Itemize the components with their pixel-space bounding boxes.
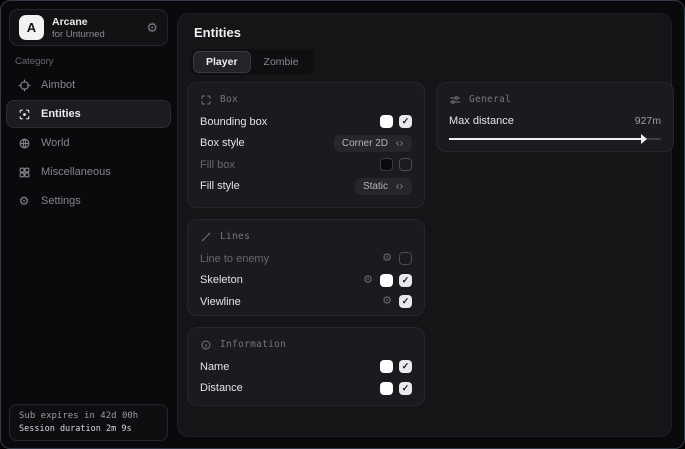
- distance-row: Distance ✓: [200, 378, 412, 400]
- max-distance-label: Max distance: [449, 115, 635, 127]
- sidebar-item-aimbot[interactable]: Aimbot: [6, 71, 171, 99]
- box-style-label: Box style: [200, 137, 334, 149]
- gear-icon: ⚙: [17, 194, 31, 208]
- distance-label: Distance: [200, 382, 380, 394]
- bounding-box-label: Bounding box: [200, 116, 380, 128]
- app-title: Arcane: [52, 16, 146, 28]
- main-panel: Entities Player Zombie Box Bounding box …: [177, 13, 672, 437]
- skeleton-settings-icon[interactable]: ⚙: [363, 275, 373, 286]
- sidebar-nav: Aimbot Entities World Miscellaneous: [6, 71, 171, 216]
- fill-style-dropdown[interactable]: Static: [355, 178, 412, 195]
- sidebar-item-miscellaneous[interactable]: Miscellaneous: [6, 158, 171, 186]
- viewline-settings-icon[interactable]: ⚙: [382, 296, 392, 307]
- slider-fill: [449, 138, 642, 140]
- sidebar-item-label: Settings: [41, 195, 81, 207]
- bounding-box-checkbox[interactable]: ✓: [399, 115, 412, 128]
- sidebar-item-label: Entities: [41, 108, 81, 120]
- viewline-row: Viewline ⚙ ✓: [200, 291, 412, 313]
- sidebar: A Arcane for Unturned ⚙ Category Aimbot …: [1, 1, 177, 448]
- brand-card: A Arcane for Unturned ⚙: [9, 9, 168, 46]
- check-icon: ✓: [402, 117, 410, 126]
- distance-color-swatch[interactable]: [380, 382, 393, 395]
- lines-section-card: Lines Line to enemy ⚙ Skeleton ⚙ ✓ Viewl…: [187, 219, 425, 316]
- sidebar-item-label: Aimbot: [41, 79, 75, 91]
- sidebar-item-world[interactable]: World: [6, 129, 171, 157]
- sidebar-item-label: World: [41, 137, 70, 149]
- crosshair-icon: [17, 78, 31, 92]
- viewline-checkbox[interactable]: ✓: [399, 295, 412, 308]
- viewline-label: Viewline: [200, 296, 382, 308]
- bounding-box-color-swatch[interactable]: [380, 115, 393, 128]
- app-window: A Arcane for Unturned ⚙ Category Aimbot …: [0, 0, 685, 449]
- general-section-title: General: [469, 94, 511, 105]
- grid-icon: [17, 165, 31, 179]
- skeleton-row: Skeleton ⚙ ✓: [200, 270, 412, 292]
- sidebar-item-label: Miscellaneous: [41, 166, 111, 178]
- chevrons-left-right-icon: [395, 182, 404, 191]
- check-icon: ✓: [402, 276, 410, 285]
- tab-zombie[interactable]: Zombie: [251, 51, 312, 73]
- session-duration-text: Session duration 2m 9s: [19, 424, 158, 434]
- max-distance-value: 927m: [635, 115, 661, 127]
- app-subtitle: for Unturned: [52, 29, 146, 40]
- max-distance-slider[interactable]: [449, 134, 661, 144]
- fill-box-row: Fill box: [200, 154, 412, 176]
- line-to-enemy-settings-icon[interactable]: ⚙: [382, 253, 392, 264]
- sidebar-item-settings[interactable]: ⚙ Settings: [6, 187, 171, 215]
- box-style-dropdown[interactable]: Corner 2D: [334, 135, 412, 152]
- box-style-value: Corner 2D: [342, 138, 388, 149]
- information-section-header: Information: [200, 336, 412, 353]
- name-checkbox[interactable]: ✓: [399, 360, 412, 373]
- box-corners-icon: [200, 94, 212, 106]
- lines-section-title: Lines: [220, 231, 250, 242]
- name-row: Name ✓: [200, 356, 412, 378]
- tab-player[interactable]: Player: [193, 51, 251, 73]
- slider-thumb[interactable]: [641, 134, 647, 144]
- entity-tabs: Player Zombie: [191, 49, 314, 75]
- box-section-header: Box: [200, 91, 412, 108]
- skeleton-color-swatch[interactable]: [380, 274, 393, 287]
- fill-style-row: Fill style Static: [200, 176, 412, 198]
- check-icon: ✓: [402, 362, 410, 371]
- globe-icon: [17, 136, 31, 150]
- line-to-enemy-row: Line to enemy ⚙: [200, 248, 412, 270]
- box-style-row: Box style Corner 2D: [200, 133, 412, 155]
- subscription-info-box: Sub expires in 42d 00h Session duration …: [9, 404, 168, 441]
- information-section-title: Information: [220, 339, 286, 350]
- page-title: Entities: [194, 25, 241, 40]
- distance-checkbox[interactable]: ✓: [399, 382, 412, 395]
- box-section-title: Box: [220, 94, 238, 105]
- fill-box-color-swatch[interactable]: [380, 158, 393, 171]
- sliders-icon: [449, 94, 461, 106]
- info-icon: [200, 339, 212, 351]
- fill-style-value: Static: [363, 181, 388, 192]
- fill-style-label: Fill style: [200, 180, 355, 192]
- scan-entity-icon: [17, 107, 31, 121]
- name-color-swatch[interactable]: [380, 360, 393, 373]
- app-logo: A: [19, 15, 44, 40]
- information-section-card: Information Name ✓ Distance ✓: [187, 327, 425, 406]
- general-section-header: General: [449, 91, 661, 108]
- fill-box-label: Fill box: [200, 159, 380, 171]
- line-to-enemy-label: Line to enemy: [200, 253, 382, 265]
- name-label: Name: [200, 361, 380, 373]
- brand-gear-icon[interactable]: ⚙: [146, 21, 158, 34]
- box-section-card: Box Bounding box ✓ Box style Corner 2D F…: [187, 82, 425, 208]
- check-icon: ✓: [402, 297, 410, 306]
- brand-texts: Arcane for Unturned: [52, 16, 146, 40]
- skeleton-checkbox[interactable]: ✓: [399, 274, 412, 287]
- category-label: Category: [15, 56, 54, 67]
- general-section-card: General Max distance 927m: [436, 82, 674, 152]
- line-to-enemy-checkbox[interactable]: [399, 252, 412, 265]
- sub-expiry-text: Sub expires in 42d 00h: [19, 411, 158, 421]
- fill-box-checkbox[interactable]: [399, 158, 412, 171]
- bounding-box-row: Bounding box ✓: [200, 111, 412, 133]
- skeleton-label: Skeleton: [200, 274, 363, 286]
- check-icon: ✓: [402, 384, 410, 393]
- chevrons-left-right-icon: [395, 139, 404, 148]
- diagonal-line-icon: [200, 231, 212, 243]
- sidebar-item-entities[interactable]: Entities: [6, 100, 171, 128]
- lines-section-header: Lines: [200, 228, 412, 245]
- max-distance-row: Max distance 927m: [449, 111, 661, 131]
